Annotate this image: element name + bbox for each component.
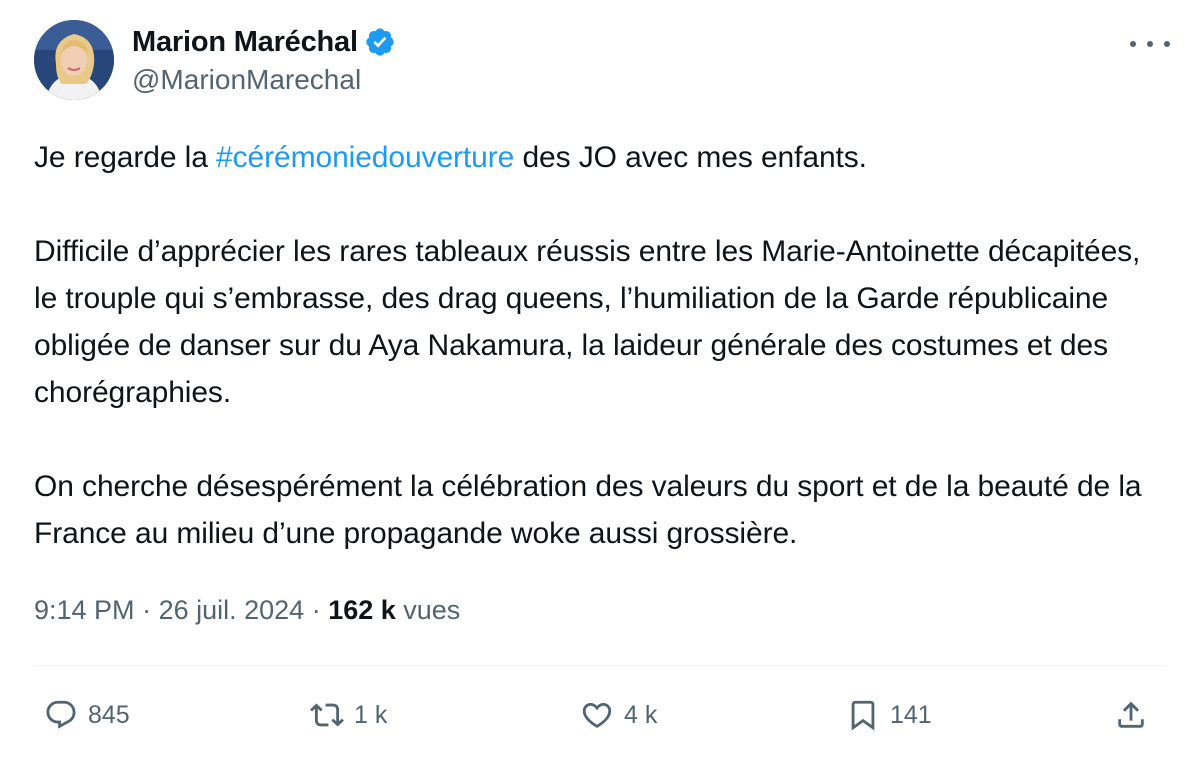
reply-icon [46,700,76,729]
author-handle[interactable]: @MarionMarechal [132,64,396,96]
tweet-text-segment: des JO avec mes enfants. [514,141,867,174]
bookmark-icon [851,700,875,731]
action-bar: 845 1 k 4 k 141 [34,690,1166,740]
author-block: Marion Maréchal @MarionMarechal [132,24,396,96]
more-dot [1130,41,1136,47]
tweet-time[interactable]: 9:14 PM [34,595,135,625]
views-count: 162 k [328,595,396,625]
display-name[interactable]: Marion Maréchal [132,26,358,59]
more-dot [1147,41,1153,47]
verified-badge-icon[interactable] [364,26,396,58]
tweet-header: Marion Maréchal @MarionMarechal [34,20,1170,104]
meta-separator: · [134,595,159,625]
views-label: vues [395,595,461,625]
repost-icon [310,703,344,727]
display-name-row: Marion Maréchal [132,24,396,60]
tweet-paragraph-1: Je regarde la #cérémoniedouverture des J… [34,134,1169,181]
bookmark-count: 141 [890,700,932,729]
share-icon [1118,701,1144,728]
more-dot [1164,41,1170,47]
tweet-text-segment: Je regarde la [34,141,217,174]
avatar[interactable] [34,20,114,100]
like-count: 4 k [624,700,658,729]
repost-count: 1 k [354,700,388,729]
bookmark-button[interactable]: 141 [846,690,932,740]
meta-separator: · [304,595,329,625]
reply-button[interactable]: 845 [44,690,130,740]
tweet-card: Marion Maréchal @MarionMarechal Je regar… [0,0,1200,770]
reply-count: 845 [88,700,130,729]
share-button[interactable] [1114,690,1148,740]
tweet-meta: 9:14 PM · 26 juil. 2024 · 162 k vues [34,595,460,626]
tweet-paragraph-3: On cherche désespérément la célébration … [34,470,1142,550]
divider [34,665,1166,666]
tweet-paragraph-2: Difficile d’apprécier les rares tableaux… [34,235,1141,409]
repost-button[interactable]: 1 k [310,690,387,740]
avatar-image [34,20,114,100]
tweet-date[interactable]: 26 juil. 2024 [159,595,305,625]
like-button[interactable]: 4 k [580,690,657,740]
like-icon [582,702,612,728]
more-icon[interactable] [1130,34,1170,54]
tweet-text: Je regarde la #cérémoniedouverture des J… [34,134,1169,557]
hashtag-link[interactable]: #cérémoniedouverture [216,141,514,174]
